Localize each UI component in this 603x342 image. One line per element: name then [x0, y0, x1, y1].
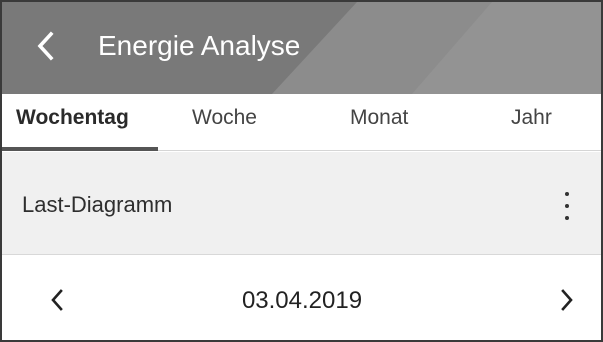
tab-woche[interactable]: Woche	[192, 94, 257, 150]
active-tab-indicator	[2, 147, 158, 151]
back-button[interactable]	[24, 24, 68, 68]
current-date: 03.04.2019	[241, 287, 363, 314]
chart-section-header: Last-Diagramm	[2, 152, 601, 255]
tab-wochentag[interactable]: Wochentag	[16, 94, 129, 150]
chevron-left-icon	[37, 31, 54, 61]
next-date-button[interactable]	[550, 283, 584, 317]
app-header: Energie Analyse	[2, 2, 601, 94]
more-options-button[interactable]	[550, 186, 584, 226]
app-frame: Energie Analyse Wochentag Woche Monat Ja…	[0, 0, 603, 342]
page-title: Energie Analyse	[98, 30, 301, 61]
chevron-right-icon	[561, 289, 573, 311]
tab-bar: Wochentag Woche Monat Jahr	[2, 94, 601, 151]
tab-jahr[interactable]: Jahr	[511, 94, 552, 150]
tab-monat[interactable]: Monat	[350, 94, 408, 150]
date-navigation: 03.04.2019	[2, 255, 601, 340]
section-title: Last-Diagramm	[22, 192, 173, 217]
